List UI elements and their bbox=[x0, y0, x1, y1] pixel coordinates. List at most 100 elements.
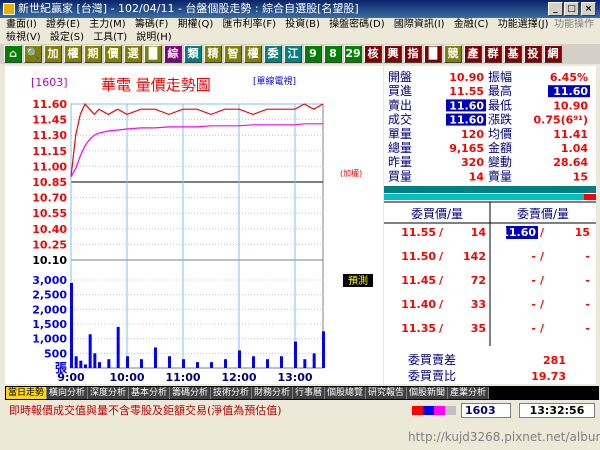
toolbar-button-23[interactable]: 產 bbox=[464, 45, 482, 63]
toolbar-button-24[interactable]: 群 bbox=[484, 45, 502, 63]
tab-1[interactable]: 橫向分析 bbox=[47, 387, 89, 399]
volume-tick-label: 1,000 bbox=[32, 333, 67, 346]
taskbar-area: http://kujd3268.pixnet.net/album bbox=[0, 420, 600, 450]
volume-bar bbox=[168, 356, 171, 368]
toolbar-button-25[interactable]: 基 bbox=[504, 45, 522, 63]
watermark: http://kujd3268.pixnet.net/album bbox=[408, 430, 600, 444]
toolbar-button-19[interactable]: 興 bbox=[384, 45, 402, 63]
minimize-button[interactable]: _ bbox=[548, 2, 563, 16]
toolbar-button-20[interactable]: 指 bbox=[404, 45, 422, 63]
volume-tick-label: 2,000 bbox=[32, 303, 67, 316]
toolbar-button-7[interactable]: █ bbox=[144, 45, 162, 63]
tab-2[interactable]: 深度分析 bbox=[88, 387, 130, 399]
tab-9[interactable]: 研究報告 bbox=[366, 387, 408, 399]
toolbar-button-12[interactable]: 權 bbox=[244, 45, 262, 63]
toolbar-button-4[interactable]: 期 bbox=[84, 45, 102, 63]
volume-bar bbox=[98, 362, 101, 368]
toolbar-button-10[interactable]: 精 bbox=[204, 45, 222, 63]
tab-3[interactable]: 基本分析 bbox=[129, 387, 171, 399]
tab-11[interactable]: 產業分析 bbox=[448, 387, 490, 399]
menu-item[interactable]: 籌碼(F) bbox=[135, 18, 169, 31]
bid-qty: 33 bbox=[471, 298, 486, 311]
toolbar-button-9[interactable]: 類 bbox=[184, 45, 202, 63]
tab-10[interactable]: 個股新聞 bbox=[407, 387, 449, 399]
menu-item[interactable]: 畫面(I) bbox=[6, 18, 37, 31]
menu-item[interactable]: 操盤密碼(D) bbox=[329, 18, 385, 31]
bid-qty: 142 bbox=[463, 250, 486, 263]
tab-0[interactable]: 當日走勢 bbox=[6, 387, 48, 399]
menu-item[interactable]: 檢視(V) bbox=[6, 31, 41, 44]
status-bar: 即時報價成交值與量不含零股及鉅額交易(淨值為預估值) 1603 13:32:56 bbox=[5, 402, 599, 419]
toolbar-button-18[interactable]: 核 bbox=[364, 45, 382, 63]
chart-mode[interactable]: [單線電視] bbox=[253, 75, 296, 87]
forecast-label: 預測 bbox=[348, 274, 368, 287]
toolbar-button-2[interactable]: 加 bbox=[44, 45, 62, 63]
chart-panel: [1603] 華電 量價走勢圖 [單線電視] 11.60 11.45 11.30 11.15… bbox=[5, 66, 383, 384]
bid-diff-label: 委買賣差 bbox=[408, 352, 456, 367]
toolbar-button-14[interactable]: 江 bbox=[284, 45, 302, 63]
toolbar-button-5[interactable]: 價 bbox=[104, 45, 122, 63]
ask-price: - bbox=[531, 298, 536, 311]
bid-qty: 35 bbox=[471, 322, 486, 335]
time-tick-label: 12:00 bbox=[221, 371, 256, 384]
toolbar-button-21[interactable]: █ bbox=[424, 45, 442, 63]
quote-panel: 開盤 10.90 買進 11.55 賣出 11.60 成交 11.60 單量 120 總量 9,165… bbox=[384, 66, 596, 384]
bid-header: 委買價/量 bbox=[411, 207, 463, 221]
menu-item[interactable]: 功能選擇(J) bbox=[498, 18, 549, 31]
menu-item[interactable]: 投資(B) bbox=[285, 18, 320, 31]
volume-bar bbox=[126, 356, 129, 368]
quote-value: 10.90 bbox=[449, 71, 484, 84]
toolbar-button-22[interactable]: 競 bbox=[444, 45, 462, 63]
ask-qty: - bbox=[585, 322, 590, 335]
menu-item[interactable]: 主力(M) bbox=[89, 18, 125, 31]
toolbar-button-11[interactable]: 智 bbox=[224, 45, 242, 63]
volume-bar bbox=[79, 360, 83, 368]
toolbar-button-1[interactable]: 🔍 bbox=[24, 45, 42, 63]
toolbar-button-13[interactable]: 委 bbox=[264, 45, 282, 63]
volume-tick-label: 3,000 bbox=[32, 274, 67, 287]
toolbar-button-8[interactable]: 綜 bbox=[164, 45, 182, 63]
menu-item[interactable]: 期權(Q) bbox=[178, 18, 214, 31]
quote-value: 11.60 bbox=[449, 99, 484, 112]
tab-7[interactable]: 行事曆 bbox=[293, 387, 326, 399]
volume-bar bbox=[93, 353, 97, 368]
toolbar-button-6[interactable]: 選 bbox=[124, 45, 142, 63]
menu-item[interactable]: 金融(C) bbox=[454, 18, 489, 31]
price-volume-chart: [1603] 華電 量價走勢圖 [單線電視] 11.60 11.45 11.30 11.15… bbox=[5, 66, 383, 384]
quote-label: 賣量 bbox=[488, 168, 512, 183]
tab-5[interactable]: 技術分析 bbox=[211, 387, 253, 399]
toolbar-button-27[interactable]: 網 bbox=[544, 45, 562, 63]
maximize-button[interactable]: □ bbox=[564, 2, 579, 16]
toolbar-button-16[interactable]: 8 bbox=[324, 45, 342, 63]
volume-bar bbox=[154, 347, 157, 368]
close-button[interactable]: × bbox=[581, 2, 596, 16]
toolbar-button-17[interactable]: 29 bbox=[344, 45, 362, 63]
tab-6[interactable]: 財務分析 bbox=[252, 387, 294, 399]
stock-code-field[interactable]: 1603 bbox=[461, 403, 511, 418]
menu-item[interactable]: 說明(H) bbox=[136, 31, 171, 44]
toolbar-button-0[interactable]: ⌂ bbox=[4, 45, 22, 63]
quote-label: 金額 bbox=[488, 140, 512, 155]
volume-bar bbox=[280, 356, 283, 368]
menu-item[interactable]: 匯市利率(F) bbox=[223, 18, 277, 31]
toolbar-button-15[interactable]: 9 bbox=[304, 45, 322, 63]
quote-label: 賣出 bbox=[388, 97, 412, 112]
menu-item[interactable]: 國際資訊(I) bbox=[394, 18, 445, 31]
tab-4[interactable]: 籌碼分析 bbox=[170, 387, 212, 399]
toolbar-button-3[interactable]: 權 bbox=[64, 45, 82, 63]
menu-item[interactable]: 工具(T) bbox=[93, 31, 127, 44]
toolbar-button-26[interactable]: 投 bbox=[524, 45, 542, 63]
bid-qty: 72 bbox=[471, 274, 486, 287]
title-bar[interactable]: 新世紀贏家 [台灣] - 102/04/11 - 台盤個股走勢 : 綜合自選股[… bbox=[0, 0, 600, 18]
app-window: 新世紀贏家 [台灣] - 102/04/11 - 台盤個股走勢 : 綜合自選股[… bbox=[0, 0, 600, 450]
volume-tick-label: 500 bbox=[44, 347, 67, 360]
bid-price: 11.35 bbox=[401, 322, 436, 335]
menu-item[interactable]: 設定(S) bbox=[50, 31, 84, 44]
tab-8[interactable]: 個股總覽 bbox=[325, 387, 367, 399]
menu-item[interactable]: 證券(E) bbox=[46, 18, 80, 31]
quote-value: 11.60 bbox=[449, 114, 484, 127]
ask-qty: 15 bbox=[575, 226, 590, 239]
toolbar: ⌂ 🔍 加權期價選 █ 綜類精智權委江 9 8 29 核興指 █ 競產群基投網 bbox=[0, 44, 600, 64]
bid-qty: 14 bbox=[471, 226, 487, 239]
volume-bar bbox=[224, 359, 227, 368]
